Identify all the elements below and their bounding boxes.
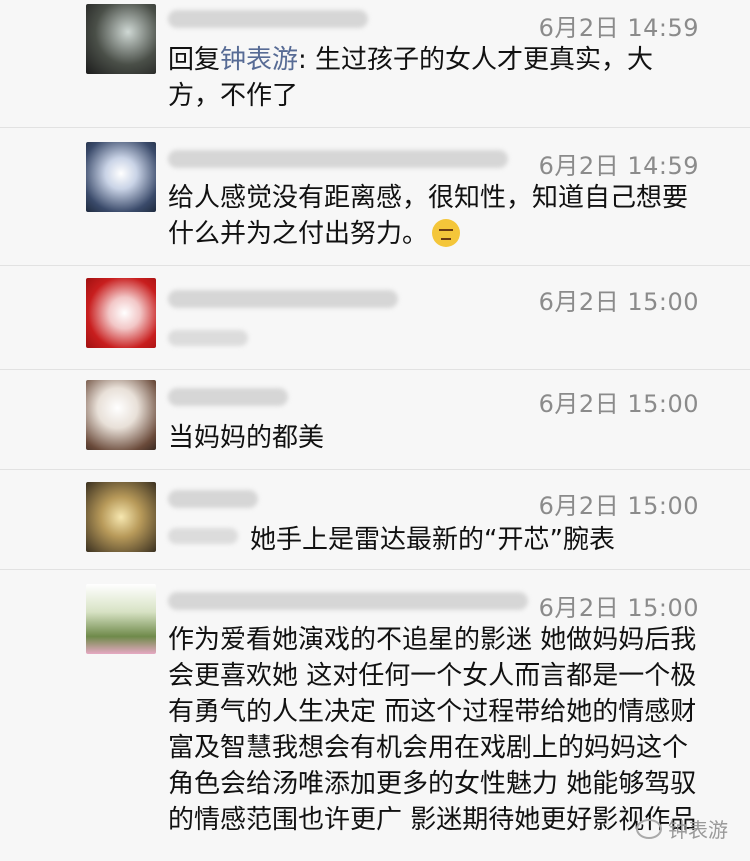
- comment-body: 作为爱看她演戏的不追星的影迷 她做妈妈后我会更喜欢她 这对任何一个女人而言都是一…: [168, 625, 697, 835]
- wechat-icon: [636, 818, 662, 839]
- commenter-name[interactable]: [168, 592, 528, 610]
- comment-text: 她手上是雷达最新的“开芯”腕表: [250, 522, 704, 558]
- comment-body: 当妈妈的都美: [168, 423, 325, 453]
- avatar[interactable]: [86, 142, 156, 212]
- comment-item: 6月2日 14:59 给人感觉没有距离感，很知性，知道自己想要什么并为之付出努力…: [0, 128, 750, 266]
- comment-body: 她手上是雷达最新的“开芯”腕表: [250, 525, 615, 555]
- reply-prefix: 回复: [168, 45, 221, 75]
- comment-body: 给人感觉没有距离感，很知性，知道自己想要什么并为之付出努力。: [168, 183, 689, 249]
- avatar[interactable]: [86, 4, 156, 74]
- commenter-name[interactable]: [168, 290, 398, 308]
- comment-time: 6月2日 15:00: [538, 288, 699, 316]
- comment-list: 6月2日 14:59 回复钟表游: 生过孩子的女人才更真实，大方，不作了 6月2…: [0, 0, 750, 861]
- commenter-name[interactable]: [168, 10, 368, 28]
- blurred-comment-text: [168, 330, 248, 346]
- commenter-name[interactable]: [168, 490, 258, 508]
- comment-text: 当妈妈的都美: [168, 420, 704, 456]
- reply-target-name[interactable]: 钟表游: [220, 45, 298, 75]
- avatar[interactable]: [86, 482, 156, 552]
- blurred-mention: [168, 528, 238, 544]
- watermark-text: 钟表游: [668, 818, 728, 842]
- comment-time: 6月2日 15:00: [538, 390, 699, 418]
- annoyed-face-emoji-icon: [432, 219, 461, 247]
- comment-time: 6月2日 14:59: [538, 152, 699, 180]
- comment-item: 6月2日 15:00 当妈妈的都美: [0, 370, 750, 470]
- comment-item: 6月2日 15:00 她手上是雷达最新的“开芯”腕表: [0, 470, 750, 570]
- comment-time: 6月2日 15:00: [538, 492, 699, 520]
- comment-time: 6月2日 15:00: [538, 594, 699, 622]
- comment-item: 6月2日 15:00: [0, 266, 750, 370]
- comment-item: 6月2日 14:59 回复钟表游: 生过孩子的女人才更真实，大方，不作了: [0, 0, 750, 128]
- avatar[interactable]: [86, 584, 156, 654]
- comment-text: 作为爱看她演戏的不追星的影迷 她做妈妈后我会更喜欢她 这对任何一个女人而言都是一…: [168, 622, 704, 838]
- commenter-name[interactable]: [168, 388, 288, 406]
- commenter-name[interactable]: [168, 150, 508, 168]
- comment-time: 6月2日 14:59: [538, 14, 699, 42]
- avatar[interactable]: [86, 278, 156, 348]
- comment-text: 回复钟表游: 生过孩子的女人才更真实，大方，不作了: [168, 42, 704, 114]
- comment-text: 给人感觉没有距离感，很知性，知道自己想要什么并为之付出努力。: [168, 180, 704, 252]
- watermark: 钟表游: [636, 814, 728, 843]
- avatar[interactable]: [86, 380, 156, 450]
